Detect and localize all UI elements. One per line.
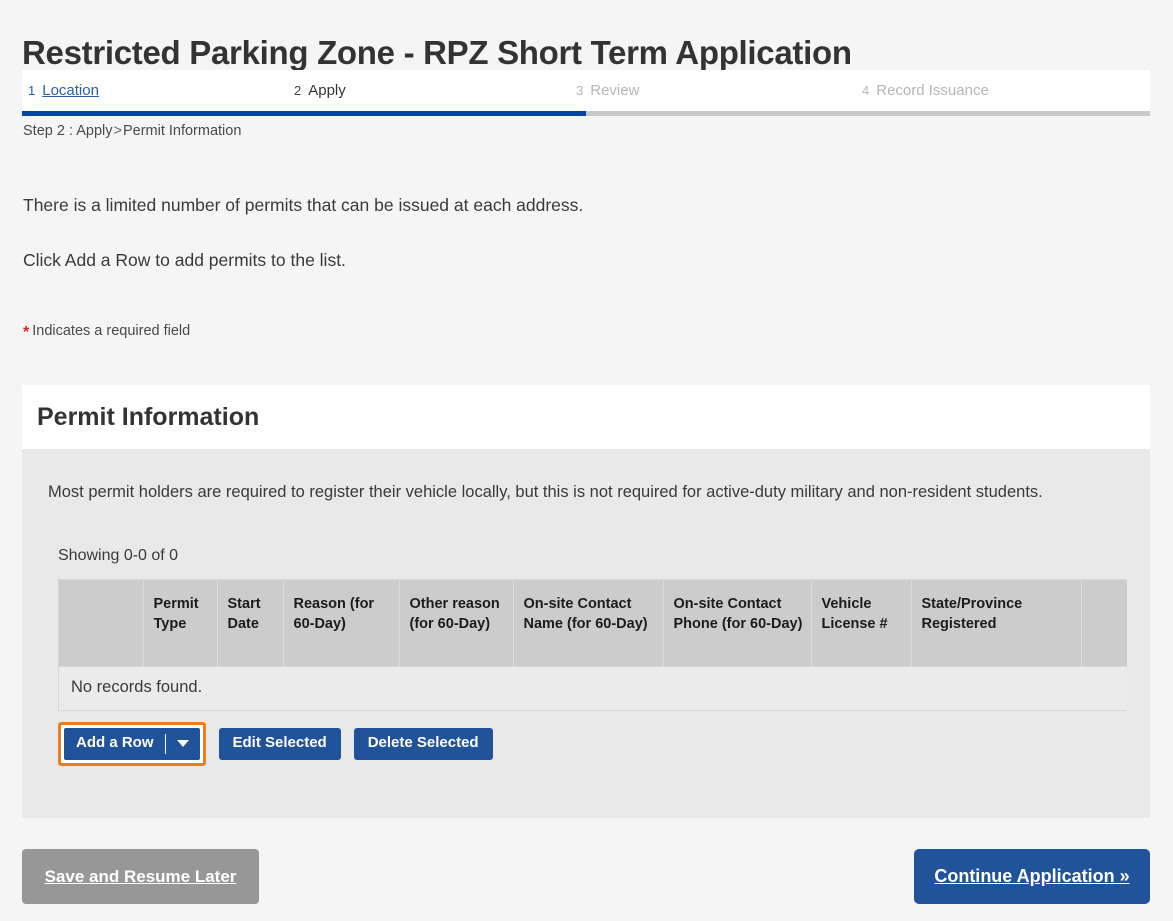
intro-text-line-2: Click Add a Row to add permits to the li… — [23, 250, 346, 270]
step-number: 4 — [862, 83, 870, 98]
add-a-row-label[interactable]: Add a Row — [64, 728, 165, 760]
add-row-highlight-outline: Add a Row — [58, 722, 206, 766]
save-and-resume-later-button[interactable]: Save and Resume Later — [22, 849, 259, 904]
application-page: Restricted Parking Zone - RPZ Short Term… — [0, 0, 1173, 921]
column-header-state-province-registered: State/Province Registered — [911, 580, 1082, 667]
edit-selected-button[interactable]: Edit Selected — [218, 728, 341, 760]
add-row-dropdown-toggle[interactable] — [166, 728, 200, 760]
column-header-permit-type: Permit Type — [143, 580, 218, 667]
progress-track — [22, 111, 1150, 116]
column-header-other-reason: Other reason (for 60-Day) — [399, 580, 514, 667]
step-number: 3 — [576, 83, 584, 98]
step-navigation: 1 Location 2 Apply 3 Review 4 Record Iss… — [22, 70, 1150, 114]
step-item-review: 3 Review — [576, 82, 862, 99]
table-row-empty: No records found. — [59, 666, 1127, 710]
breadcrumb-separator-icon: > — [113, 123, 122, 139]
showing-count: Showing 0-0 of 0 — [58, 547, 179, 564]
column-header-select — [59, 580, 144, 667]
column-header-onsite-contact-name: On-site Contact Name (for 60-Day) — [513, 580, 664, 667]
step-label-review: Review — [590, 82, 640, 99]
column-header-start-date: Start Date — [217, 580, 284, 667]
breadcrumb: Step 2 : Apply>Permit Information — [23, 123, 241, 139]
row-action-buttons: Add a Row Edit Selected Delete Selected — [58, 722, 1150, 766]
column-header-onsite-contact-phone: On-site Contact Phone (for 60-Day) — [663, 580, 812, 667]
permit-table: Permit Type Start Date Reason (for 60-Da… — [59, 580, 1127, 710]
continue-application-button[interactable]: Continue Application » — [914, 849, 1150, 904]
save-and-resume-later-label: Save and Resume Later — [44, 866, 237, 886]
add-a-row-button[interactable]: Add a Row — [64, 728, 200, 760]
required-note-text: Indicates a required field — [32, 323, 191, 339]
column-header-reason: Reason (for 60-Day) — [283, 580, 400, 667]
step-label-location[interactable]: Location — [42, 82, 99, 99]
step-item-location[interactable]: 1 Location — [22, 82, 294, 99]
breadcrumb-current: Permit Information — [122, 123, 242, 139]
step-number: 2 — [294, 83, 302, 98]
permit-table-body: No records found. — [59, 666, 1127, 710]
intro-text-line-1: There is a limited number of permits tha… — [23, 195, 584, 215]
permit-information-panel: Permit Information Most permit holders a… — [22, 385, 1150, 818]
permit-table-wrapper: Permit Type Start Date Reason (for 60-Da… — [58, 579, 1127, 711]
breadcrumb-step: Step 2 : Apply — [23, 123, 113, 139]
step-label-record-issuance: Record Issuance — [876, 82, 989, 99]
step-label-apply: Apply — [308, 82, 346, 99]
column-header-vehicle-license: Vehicle License # — [811, 580, 912, 667]
progress-fill — [22, 111, 586, 116]
step-item-record-issuance: 4 Record Issuance — [862, 82, 1142, 99]
required-field-note: * Indicates a required field — [23, 322, 191, 341]
step-number: 1 — [28, 83, 36, 98]
delete-selected-button[interactable]: Delete Selected — [353, 728, 493, 760]
chevron-down-icon[interactable] — [176, 740, 189, 748]
page-title: Restricted Parking Zone - RPZ Short Term… — [22, 34, 852, 72]
no-records-message: No records found. — [59, 666, 1127, 710]
panel-header: Permit Information — [22, 385, 1150, 449]
required-asterisk-icon: * — [23, 324, 30, 341]
panel-description: Most permit holders are required to regi… — [48, 483, 1043, 501]
column-header-spacer — [1081, 580, 1127, 667]
permit-table-head: Permit Type Start Date Reason (for 60-Da… — [59, 580, 1127, 667]
panel-heading: Permit Information — [37, 402, 260, 431]
table-header-row: Permit Type Start Date Reason (for 60-Da… — [59, 580, 1127, 667]
continue-application-label: Continue Application » — [934, 866, 1130, 886]
step-item-apply[interactable]: 2 Apply — [294, 82, 576, 99]
